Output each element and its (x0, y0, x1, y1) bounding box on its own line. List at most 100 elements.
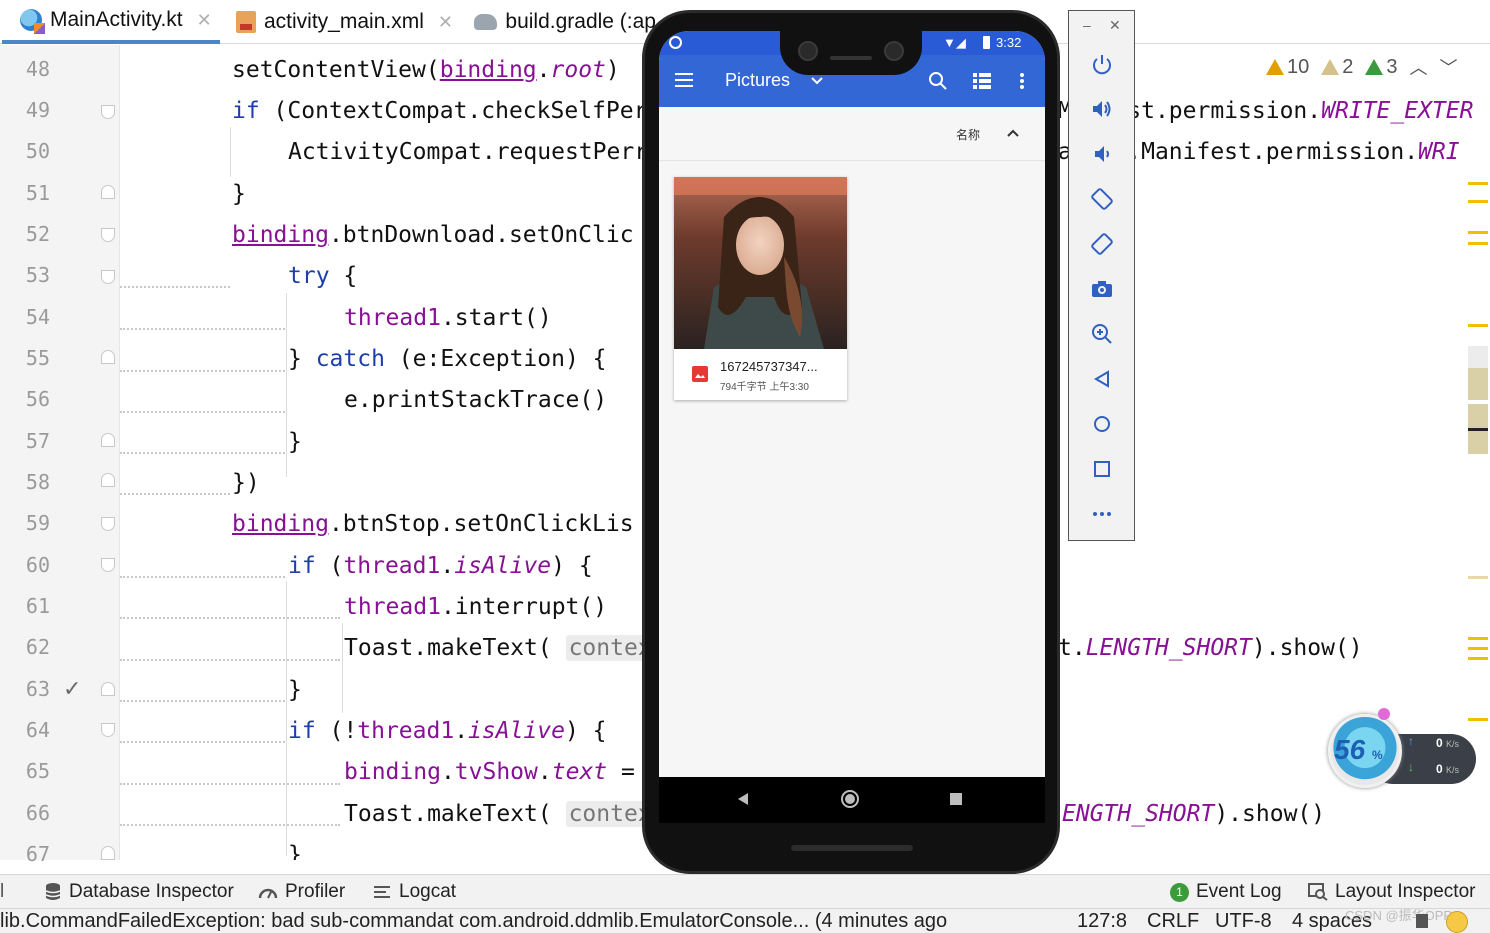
usage-percent: 56 (1334, 734, 1366, 765)
error-stripe-mark[interactable] (1468, 182, 1488, 185)
tab-activity-main[interactable]: activity_main.xml ✕ (218, 0, 458, 44)
overview-button[interactable] (1069, 453, 1134, 485)
line-number: 63 (25, 677, 50, 701)
usage-percent-unit: % (1372, 748, 1383, 762)
error-stripe-mark[interactable] (1468, 576, 1488, 579)
rotate-left-button[interactable] (1069, 183, 1134, 215)
code-line-66: Toast.makeText( context: (344, 798, 683, 830)
back-button[interactable] (1069, 363, 1134, 395)
typo-count[interactable]: 3 (1365, 56, 1398, 79)
line-number: 51 (25, 181, 50, 205)
fold-close-icon[interactable] (101, 846, 115, 860)
front-camera-icon (798, 41, 818, 61)
code-line-50: ActivityCompat.requestPerr (288, 139, 649, 165)
scrollbar-thumb[interactable] (1468, 368, 1488, 400)
chevron-up-icon[interactable]: ︿ (1410, 54, 1428, 80)
error-stripe-mark[interactable] (1468, 231, 1488, 234)
fold-open-icon[interactable] (101, 558, 115, 572)
rotate-right-icon (1090, 233, 1113, 255)
tool-window-edge: l (0, 881, 5, 902)
error-stripe-mark[interactable] (1468, 637, 1488, 640)
logcat-tab[interactable]: Logcat (374, 875, 456, 909)
close-tab-icon[interactable]: ✕ (438, 12, 453, 33)
zoom-button[interactable] (1069, 318, 1134, 350)
app-title[interactable]: Pictures (725, 70, 790, 91)
menu-icon[interactable] (675, 72, 695, 88)
volume-up-button[interactable] (1069, 93, 1134, 125)
line-number: 57 (25, 429, 50, 453)
close-icon[interactable]: ✕ (1109, 17, 1121, 34)
code-line-66-tail: ENGTH_SHORT).show() (1062, 801, 1326, 827)
tab-label: activity_main.xml (264, 10, 424, 33)
tab-label: MainActivity.kt (50, 8, 183, 31)
log-icon (374, 886, 390, 898)
power-button[interactable] (1069, 48, 1134, 80)
code-line-53: try { (288, 263, 358, 289)
fold-close-icon[interactable] (101, 433, 115, 447)
close-tab-icon[interactable]: ✕ (197, 10, 212, 31)
front-camera-icon (884, 41, 904, 61)
volume-down-button[interactable] (1069, 138, 1134, 170)
inspection-widget[interactable]: 10 2 3 ︿ ﹀ (1266, 54, 1458, 80)
code-line-57: } (288, 429, 302, 455)
sort-ascending-icon[interactable] (1007, 129, 1019, 137)
profiler-tab[interactable]: Profiler (258, 875, 345, 909)
fold-close-icon[interactable] (101, 185, 115, 199)
fold-open-icon[interactable] (101, 105, 115, 119)
screenshot-button[interactable] (1069, 273, 1134, 305)
error-stripe-mark[interactable] (1468, 647, 1488, 650)
rotate-right-button[interactable] (1069, 228, 1134, 260)
status-message[interactable]: lib.CommandFailedException: bad sub-comm… (0, 909, 947, 933)
rate-unit: K/s (1446, 765, 1460, 775)
file-encoding[interactable]: UTF-8 (1215, 909, 1272, 933)
rate-unit: K/s (1446, 739, 1460, 749)
dropdown-icon[interactable] (811, 76, 823, 86)
chevron-down-icon[interactable]: ﹀ (1440, 54, 1458, 80)
file-grid-item[interactable]: 167245737347... 794千字节 上午3:30 (674, 177, 847, 400)
event-log-tab[interactable]: 1 Event Log (1170, 875, 1282, 909)
fold-open-icon[interactable] (101, 270, 115, 284)
checkmark-icon: ✓ (63, 676, 82, 701)
minimize-icon[interactable]: – (1083, 17, 1091, 33)
scrollbar-track[interactable] (1468, 346, 1488, 368)
lock-icon[interactable] (1416, 914, 1428, 928)
warning-count[interactable]: 10 (1266, 56, 1309, 79)
sort-label[interactable]: 名称 (956, 126, 980, 143)
weak-warning-count[interactable]: 2 (1321, 56, 1353, 79)
network-speed-widget[interactable]: ↑ ↓ 0 K/s 0 K/s 56 % (1328, 708, 1478, 794)
search-icon[interactable] (928, 71, 948, 91)
android-nav-bar (659, 777, 1045, 823)
home-button[interactable] (1069, 408, 1134, 440)
error-stripe-mark[interactable] (1468, 657, 1488, 660)
gradle-icon (474, 14, 498, 30)
back-icon[interactable] (737, 792, 749, 806)
tab-mainactivity[interactable]: MainActivity.kt ✕ (2, 0, 220, 44)
overview-icon[interactable] (950, 793, 962, 805)
back-triangle-icon (1093, 370, 1109, 388)
fold-close-icon[interactable] (101, 682, 115, 696)
line-separator[interactable]: CRLF (1147, 909, 1199, 933)
database-inspector-tab[interactable]: Database Inspector (44, 875, 234, 909)
error-stripe-mark[interactable] (1468, 200, 1488, 203)
tab-build-gradle[interactable]: build.gradle (:ap (456, 0, 656, 44)
smiley-icon[interactable] (1446, 911, 1468, 933)
line-number: 55 (25, 346, 50, 370)
fold-close-icon[interactable] (101, 473, 115, 487)
more-button[interactable] (1069, 498, 1134, 530)
photo-thumbnail (674, 177, 847, 349)
list-view-icon[interactable] (973, 73, 991, 89)
fold-close-icon[interactable] (101, 350, 115, 364)
code-line-59: binding.btnStop.setOnClickLis (232, 511, 634, 537)
home-icon[interactable] (841, 790, 859, 808)
caret-position[interactable]: 127:8 (1075, 909, 1128, 933)
phone-speaker (791, 845, 913, 851)
error-stripe-mark[interactable] (1468, 324, 1488, 327)
error-stripe-mark[interactable] (1468, 242, 1488, 245)
code-line-65: binding.tvShow.text = (344, 759, 635, 785)
fold-open-icon[interactable] (101, 228, 115, 242)
code-line-54: thread1.start() (344, 305, 552, 331)
fold-open-icon[interactable] (101, 723, 115, 737)
more-vert-icon[interactable] (1019, 72, 1025, 90)
layout-inspector-tab[interactable]: Layout Inspector (1308, 875, 1475, 909)
fold-open-icon[interactable] (101, 517, 115, 531)
